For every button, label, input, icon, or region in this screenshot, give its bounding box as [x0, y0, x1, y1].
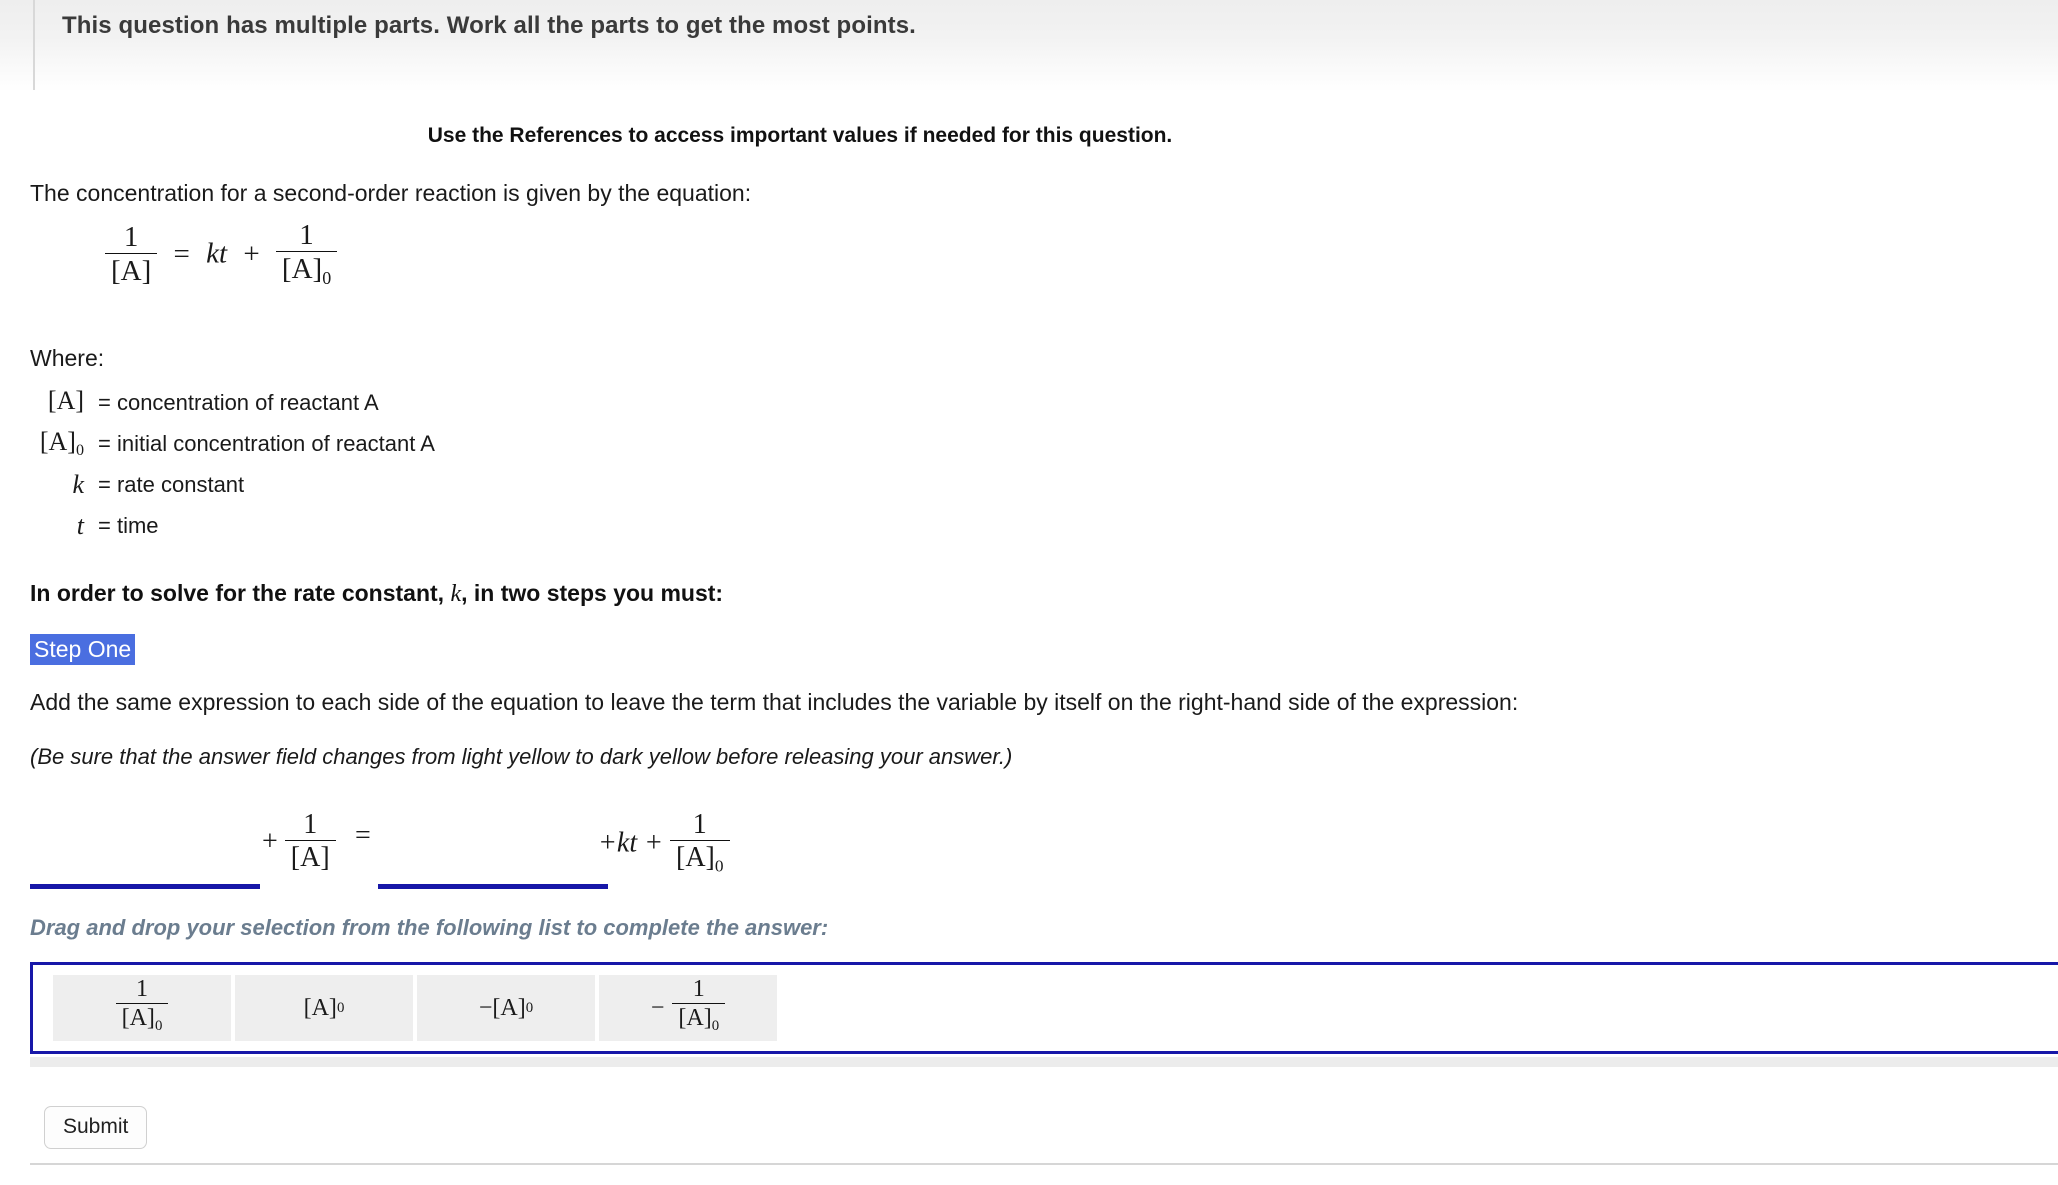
page-title: This question has multiple parts. Work a…: [62, 12, 916, 39]
where-row: k = rate constant: [30, 464, 435, 505]
solve-heading-symbol: k: [450, 581, 462, 607]
where-symbol: [A]0: [30, 427, 98, 460]
drag-drop-tray: 1 [A]0 [A] 0 − [A] 0 − 1 [A]0: [30, 962, 2058, 1054]
equation-lhs-denominator: [A]: [111, 255, 152, 288]
drag-tile-4-numerator: 1: [672, 977, 726, 1005]
equation-lhs-fraction: 1 [A]: [105, 221, 158, 288]
drag-tile-4-denominator-subscript: 0: [711, 1018, 720, 1035]
answer-rhs-denominator: [A]0: [670, 841, 730, 876]
answer-blank-1[interactable]: [30, 820, 260, 889]
intro-text: The concentration for a second-order rea…: [30, 180, 752, 206]
second-order-equation: 1 [A] = kt + 1 [A]0: [105, 220, 338, 290]
drag-tile-option-3[interactable]: − [A] 0: [417, 975, 595, 1041]
answer-lhs-denominator: [A]: [290, 842, 330, 874]
answer-lhs-fraction: 1 [A]: [284, 810, 336, 874]
answer-field-note: (Be sure that the answer field changes f…: [30, 744, 1013, 769]
drag-tile-3-base: [A]: [492, 994, 526, 1021]
where-row: [A] = concentration of reactant A: [30, 382, 435, 423]
equation-equals-sign: =: [173, 237, 190, 270]
where-symbol: k: [72, 469, 84, 499]
drag-tile-4-fraction: 1 [A]0: [672, 977, 726, 1035]
solve-heading-after: , in two steps you must:: [461, 580, 724, 606]
where-symbol-base: [A]: [39, 426, 76, 456]
step-instruction: Add the same expression to each side of …: [30, 689, 1519, 715]
tray-bottom-shadow: [30, 1057, 2058, 1067]
where-symbol: t: [76, 510, 84, 540]
equation-rhs-denominator-subscript: 0: [322, 268, 332, 289]
drag-tile-1-denominator: [A]0: [116, 1004, 169, 1034]
solve-heading-before: In order to solve for the rate constant,: [30, 580, 445, 606]
equation-rhs-denominator: [A]0: [276, 252, 337, 288]
where-definitions-list: [A] = concentration of reactant A [A]0 =…: [30, 382, 435, 546]
equation-plus-sign: +: [243, 237, 260, 270]
equation-lhs-numerator: 1: [105, 221, 158, 255]
where-label: Where:: [30, 345, 105, 371]
answer-lhs-plus: +: [262, 825, 278, 857]
answer-lhs-numerator: 1: [284, 810, 336, 842]
drag-tile-1-fraction: 1 [A]0: [115, 977, 169, 1035]
equation-rhs-denominator-base: [A]: [281, 253, 323, 286]
drag-tile-3-subscript: 0: [525, 999, 534, 1016]
drag-tile-option-4[interactable]: − 1 [A]0: [599, 975, 777, 1041]
answer-rhs-fraction: 1 [A]0: [670, 810, 730, 876]
drag-tile-4-sign: −: [650, 994, 665, 1021]
answer-rhs-expression: +kt + 1 [A]0: [598, 810, 730, 878]
drag-tile-1-denominator-subscript: 0: [154, 1018, 163, 1035]
where-definition: = time: [98, 512, 159, 538]
answer-rhs-kt-term: +kt +: [598, 827, 663, 859]
solve-heading: In order to solve for the rate constant,…: [30, 580, 723, 608]
where-row: [A]0 = initial concentration of reactant…: [30, 423, 435, 464]
where-symbol-base: [A]: [47, 385, 84, 415]
equation-rhs-fraction: 1 [A]0: [275, 220, 338, 288]
drag-tile-option-2[interactable]: [A] 0: [235, 975, 413, 1041]
answer-equation-row: + 1 [A] = +kt + 1 [A]0: [0, 800, 900, 890]
answer-rhs-numerator: 1: [670, 810, 730, 842]
bottom-divider: [30, 1163, 2058, 1165]
equation-kt-term: kt: [206, 237, 228, 270]
answer-blank-2[interactable]: [378, 820, 608, 889]
step-one-label: Step One: [30, 634, 136, 666]
where-definition: = concentration of reactant A: [98, 389, 379, 415]
where-definition: = rate constant: [98, 471, 245, 497]
drag-drop-prompt: Drag and drop your selection from the fo…: [30, 915, 829, 940]
drag-tile-option-1[interactable]: 1 [A]0: [53, 975, 231, 1041]
answer-equals-sign: =: [355, 820, 371, 851]
answer-lhs-expression: + 1 [A]: [262, 810, 336, 875]
drag-tile-1-denominator-base: [A]: [121, 1005, 155, 1032]
drag-tile-1-numerator: 1: [115, 977, 169, 1005]
header-left-rule: [33, 0, 35, 90]
drag-tile-4-denominator: [A]0: [672, 1004, 725, 1034]
where-definition: = initial concentration of reactant A: [98, 430, 435, 456]
equation-rhs-numerator: 1: [275, 220, 338, 253]
drag-tile-4-denominator-base: [A]: [678, 1005, 712, 1032]
submit-button[interactable]: Submit: [44, 1106, 148, 1149]
drag-tile-2-subscript: 0: [336, 999, 345, 1016]
references-notice: Use the References to access important v…: [427, 124, 1173, 147]
where-row: t = time: [30, 505, 435, 546]
drag-tile-2-base: [A]: [303, 994, 337, 1021]
question-header-banner: This question has multiple parts. Work a…: [0, 0, 2058, 92]
where-symbol-subscript: 0: [75, 442, 84, 460]
answer-rhs-denominator-subscript: 0: [714, 856, 724, 876]
where-symbol: [A]: [30, 386, 98, 419]
drag-tile-3-sign: −: [478, 994, 493, 1021]
answer-rhs-denominator-base: [A]: [676, 842, 715, 874]
